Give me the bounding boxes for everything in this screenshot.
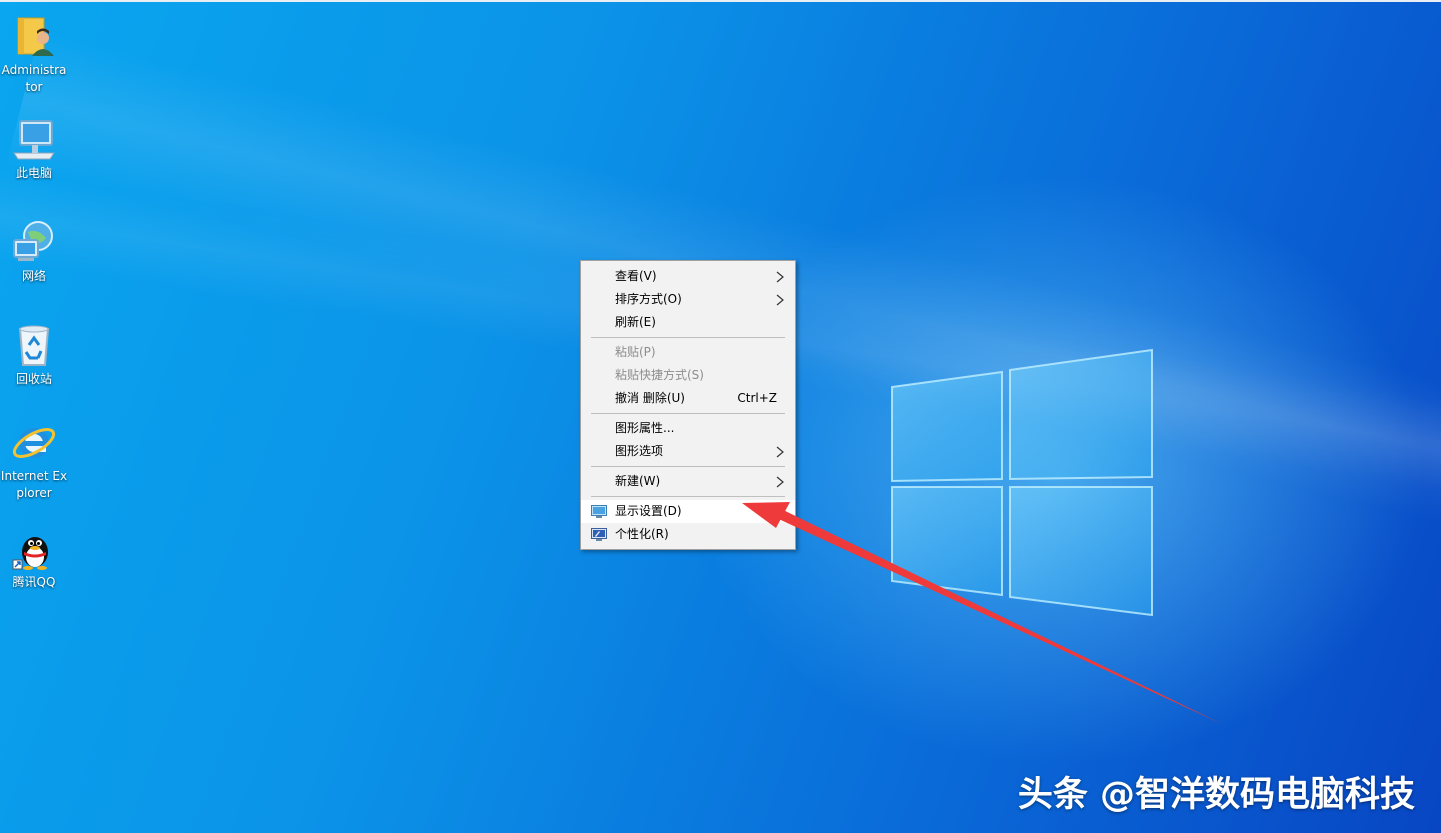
menu-item-label: 新建(W) — [615, 474, 661, 488]
top-edge — [0, 0, 1441, 2]
menu-item-refresh[interactable]: 刷新(E) — [581, 311, 795, 334]
menu-item-label: 粘贴(P) — [615, 345, 656, 359]
menu-item-paste[interactable]: 粘贴(P) — [581, 341, 795, 364]
menu-separator — [591, 337, 785, 338]
chevron-right-icon — [776, 476, 784, 488]
menu-item-label: 图形属性... — [615, 421, 675, 435]
menu-item-graphics-properties[interactable]: 图形属性... — [581, 417, 795, 440]
menu-item-label: 刷新(E) — [615, 315, 656, 329]
menu-item-label: 显示设置(D) — [615, 504, 682, 518]
menu-separator — [591, 413, 785, 414]
menu-item-shortcut: Ctrl+Z — [737, 391, 777, 405]
menu-item-sort-by[interactable]: 排序方式(O) — [581, 288, 795, 311]
desktop-context-menu: 查看(V) 排序方式(O) 刷新(E) 粘贴(P) 粘贴快捷方式(S) 撤消 删… — [580, 260, 796, 550]
menu-item-graphics-options[interactable]: 图形选项 — [581, 440, 795, 463]
menu-separator — [591, 466, 785, 467]
menu-separator — [591, 496, 785, 497]
menu-item-label: 个性化(R) — [615, 527, 669, 541]
desktop-icon-label: Administrator — [1, 63, 67, 94]
desktop-icon-label: 回收站 — [15, 372, 52, 386]
desktop-icon-label: 此电脑 — [15, 166, 52, 180]
chevron-right-icon — [776, 271, 784, 283]
desktop-icon-internet-explorer[interactable]: Internet Explorer — [0, 418, 68, 502]
windows-logo — [891, 348, 1153, 617]
desktop[interactable]: Administrator 此电脑 网络 回收站 Internet Explor… — [0, 0, 1441, 833]
desktop-icon-recycle-bin[interactable]: 回收站 — [0, 321, 68, 388]
menu-item-display-settings[interactable]: 显示设置(D) — [581, 500, 795, 523]
menu-item-label: 查看(V) — [615, 269, 657, 283]
chevron-right-icon — [776, 446, 784, 458]
chevron-right-icon — [776, 294, 784, 306]
internet-explorer-icon — [12, 428, 56, 458]
menu-item-label: 撤消 删除(U) — [615, 391, 685, 405]
desktop-icon-administrator[interactable]: Administrator — [0, 12, 68, 96]
desktop-icon-label: 腾讯QQ — [12, 575, 56, 589]
display-settings-icon — [591, 505, 607, 518]
computer-icon — [13, 120, 55, 160]
desktop-icon-network[interactable]: 网络 — [0, 218, 68, 285]
desktop-icon-qq[interactable]: 腾讯QQ — [0, 524, 68, 591]
menu-item-label: 排序方式(O) — [615, 292, 682, 306]
qq-icon — [12, 537, 48, 570]
menu-item-label: 粘贴快捷方式(S) — [615, 368, 704, 382]
personalize-icon — [591, 528, 607, 541]
menu-item-label: 图形选项 — [615, 444, 664, 458]
menu-item-personalize[interactable]: 个性化(R) — [581, 523, 795, 546]
recycle-bin-icon — [18, 325, 50, 366]
menu-item-undo-delete[interactable]: 撤消 删除(U) Ctrl+Z — [581, 387, 795, 410]
desktop-icon-this-pc[interactable]: 此电脑 — [0, 115, 68, 182]
menu-item-paste-shortcut[interactable]: 粘贴快捷方式(S) — [581, 364, 795, 387]
desktop-icon-label: Internet Explorer — [0, 469, 68, 500]
desktop-icon-label: 网络 — [21, 269, 46, 283]
network-icon — [13, 221, 53, 261]
user-folder-icon — [17, 17, 54, 56]
watermark-text: 头条 @智洋数码电脑科技 — [1017, 775, 1415, 815]
menu-item-view[interactable]: 查看(V) — [581, 265, 795, 288]
menu-item-new[interactable]: 新建(W) — [581, 470, 795, 493]
